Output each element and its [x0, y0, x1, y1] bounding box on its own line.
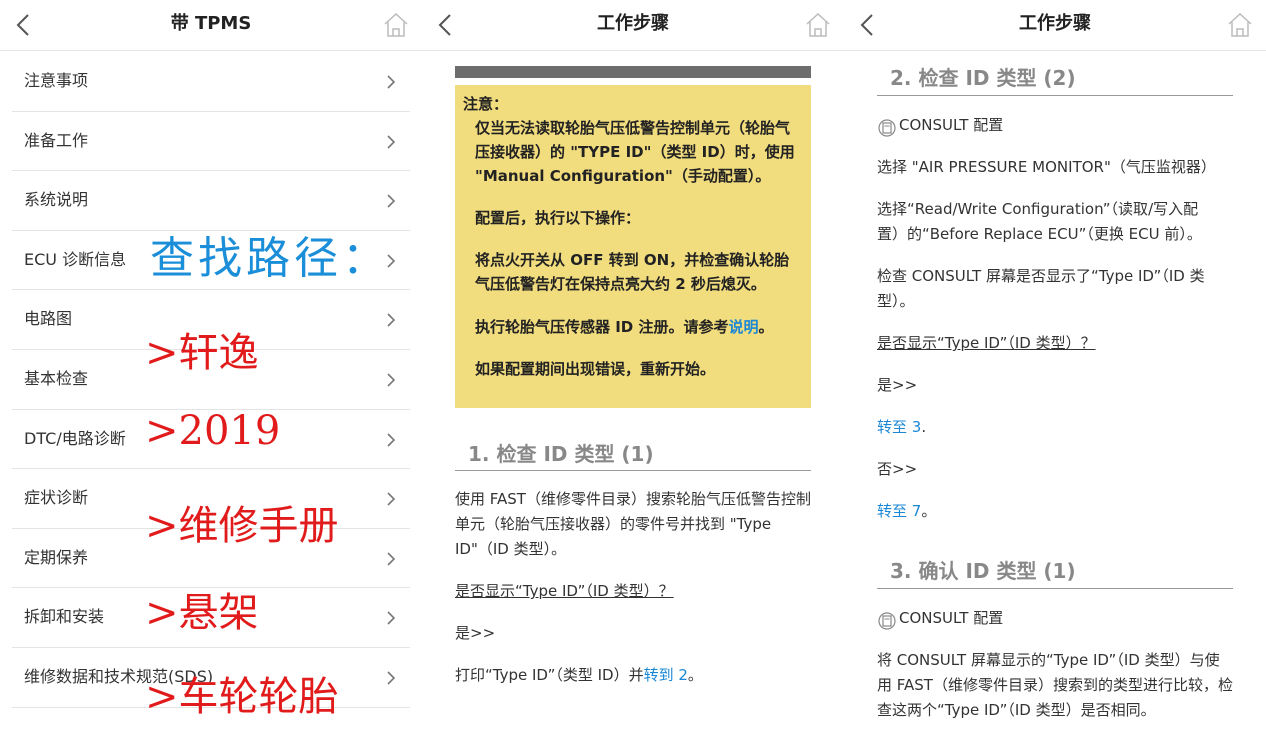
no-suffix: 。: [921, 502, 937, 520]
divider-bar: [455, 66, 811, 78]
menu-item-label: 注意事项: [24, 71, 89, 90]
goto-step-3-link[interactable]: 转至 3: [877, 418, 921, 436]
procedure-panel-2: 工作步骤 2. 检查 ID 类型 (2) CONSULT 配置 选择 "AIR …: [844, 0, 1266, 735]
consult-icon: [878, 119, 896, 137]
section-divider: [877, 588, 1233, 589]
chevron-right-icon: [387, 492, 396, 506]
chevron-right-icon: [387, 373, 396, 387]
page-title: 工作步骤: [597, 13, 669, 34]
answer-yes: 是>>: [455, 624, 496, 642]
description-link[interactable]: 说明: [728, 318, 758, 336]
page-title: 工作步骤: [1019, 13, 1091, 34]
note-text-suffix: 。: [758, 318, 774, 336]
chevron-right-icon: [387, 75, 396, 89]
note-text: 执行轮胎气压传感器 ID 注册。请参考说明。: [475, 315, 801, 339]
menu-item[interactable]: 注意事项: [12, 52, 410, 112]
goto-step-2-link[interactable]: 转到 2: [644, 666, 688, 684]
action-text: 打印“Type ID”（类型 ID）并转到 2。: [455, 663, 811, 688]
note-title: 注意：: [463, 95, 509, 113]
menu-item-label: DTC/电路诊断: [24, 428, 126, 448]
header: 工作步骤: [844, 0, 1266, 51]
back-arrow-icon[interactable]: [856, 13, 880, 37]
annotation-line: >维修手册: [145, 503, 339, 549]
menu-item-label: 电路图: [24, 309, 73, 329]
menu-item-label: 定期保养: [24, 547, 89, 567]
home-icon[interactable]: [382, 11, 410, 39]
chevron-right-icon: [387, 611, 396, 625]
home-icon[interactable]: [1226, 11, 1254, 39]
answer-no: 否>>: [877, 460, 918, 478]
step-text: 选择 "AIR PRESSURE MONITOR"（气压监视器）: [877, 158, 1216, 176]
note-text: 将点火开关从 OFF 转到 ON，并检查确认轮胎气压低警告灯在保持点亮大约 2 …: [475, 251, 790, 293]
section-heading: 3. 确认 ID 类型 (1): [890, 559, 1076, 583]
caution-note: 注意： 仅当无法读取轮胎气压低警告控制单元（轮胎气压接收器）的 "TYPE ID…: [455, 85, 811, 408]
action-suffix: 。: [687, 666, 703, 684]
yes-suffix: .: [921, 418, 927, 436]
section-heading: 2. 检查 ID 类型 (2): [890, 66, 1076, 90]
chevron-right-icon: [387, 671, 396, 685]
answer-yes: 是>>: [877, 376, 918, 394]
back-arrow-icon[interactable]: [12, 13, 36, 37]
yes-action: 转至 3.: [877, 415, 926, 440]
note-text-prefix: 执行轮胎气压传感器 ID 注册。请参考: [475, 318, 729, 336]
consult-label: CONSULT 配置: [899, 116, 1004, 134]
chevron-right-icon: [387, 135, 396, 149]
annotation-line: >悬架: [145, 590, 259, 636]
header: 带 TPMS: [0, 0, 422, 51]
chevron-right-icon: [387, 432, 396, 447]
action-prefix: 打印“Type ID”（类型 ID）并: [455, 666, 644, 684]
header: 工作步骤: [422, 0, 844, 51]
step-text: 检查 CONSULT 屏幕是否显示了“Type ID”（ID 类型）。: [877, 267, 1205, 310]
menu-item-label: 基本检查: [24, 368, 89, 388]
section-heading: 1. 检查 ID 类型 (1): [468, 442, 654, 466]
menu-item[interactable]: 准备工作: [12, 112, 410, 172]
annotation-line: >车轮轮胎: [145, 674, 339, 720]
note-text: 仅当无法读取轮胎气压低警告控制单元（轮胎气压接收器）的 "TYPE ID"（类型…: [475, 119, 795, 185]
menu-item-label: 系统说明: [24, 190, 89, 210]
page-title: 带 TPMS: [170, 13, 252, 34]
step-text: 选择“Read/Write Configuration”（读取/写入配置）的“B…: [877, 200, 1202, 243]
menu-item-label: 拆卸和安装: [24, 607, 105, 627]
menu-item-label: ECU 诊断信息: [24, 249, 127, 269]
annotation-path: 查找路径：: [150, 233, 390, 284]
section-divider: [877, 95, 1233, 96]
note-text: 如果配置期间出现错误，重新开始。: [475, 360, 716, 378]
chevron-right-icon: [387, 313, 396, 327]
consult-label: CONSULT 配置: [899, 609, 1004, 627]
body-text: 将 CONSULT 屏幕显示的“Type ID”（ID 类型）与使用 FAST（…: [877, 651, 1233, 719]
chevron-right-icon: [387, 194, 396, 208]
menu-panel: 带 TPMS 注意事项 准备工作 系统说明 ECU 诊断信息 电路图 基本检查 …: [0, 0, 422, 735]
question-text: 是否显示“Type ID”（ID 类型）？: [455, 582, 674, 600]
menu-item-label: 准备工作: [24, 130, 89, 150]
chevron-right-icon: [387, 552, 396, 566]
procedure-panel-1: 工作步骤 注意： 仅当无法读取轮胎气压低警告控制单元（轮胎气压接收器）的 "TY…: [422, 0, 844, 735]
annotation-line: >轩逸: [145, 330, 259, 376]
home-icon[interactable]: [804, 11, 832, 39]
annotation-line: >2019: [145, 408, 281, 454]
back-arrow-icon[interactable]: [434, 13, 458, 37]
body-text: 使用 FAST（维修零件目录）搜索轮胎气压低警告控制单元（轮胎气压接收器）的零件…: [455, 490, 811, 558]
goto-step-7-link[interactable]: 转至 7: [877, 502, 921, 520]
section-divider: [455, 470, 811, 471]
note-text: 配置后，执行以下操作：: [475, 209, 641, 227]
consult-icon: [878, 612, 896, 630]
menu-item-label: 症状诊断: [24, 488, 89, 508]
no-action: 转至 7。: [877, 499, 936, 524]
question-text: 是否显示“Type ID”（ID 类型）？: [877, 334, 1096, 352]
